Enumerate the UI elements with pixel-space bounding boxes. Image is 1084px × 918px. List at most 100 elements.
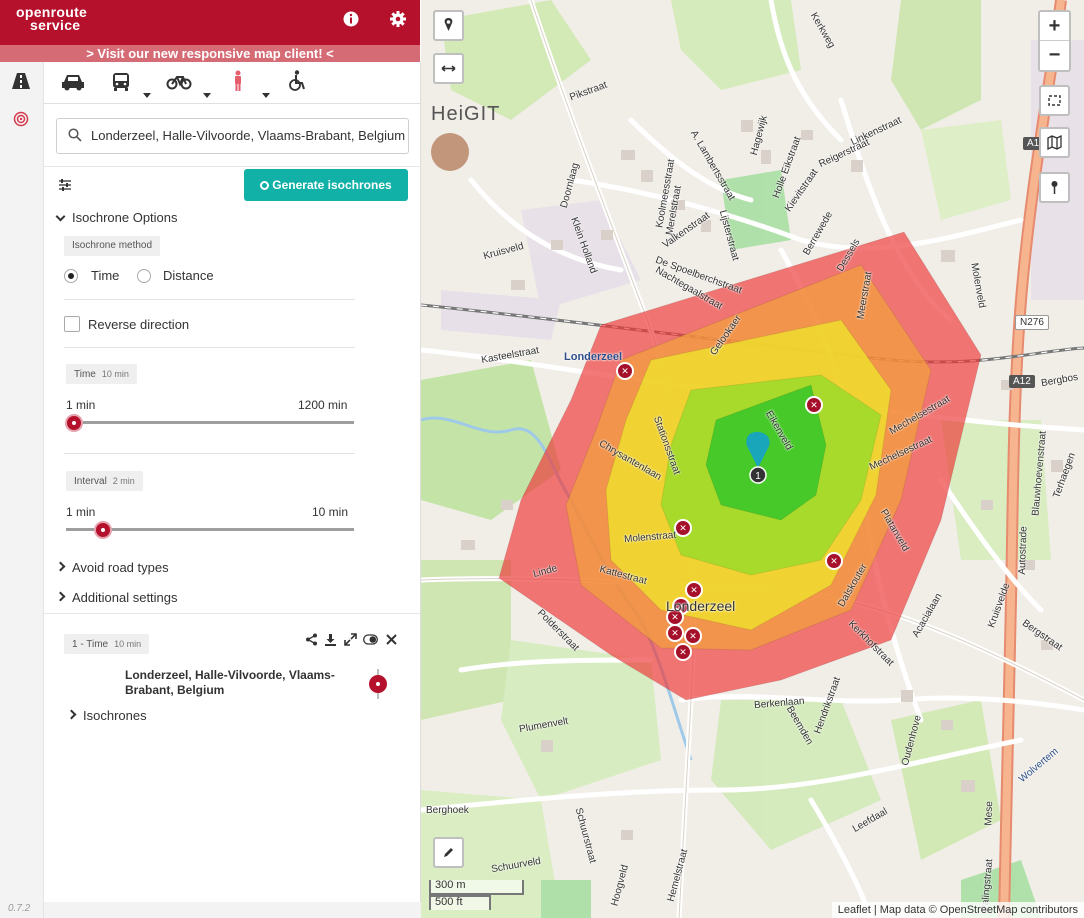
restaurant-icon[interactable]: ✕ — [685, 581, 703, 599]
marker-label: 1 — [755, 471, 761, 482]
transport-mode-bar — [44, 62, 421, 104]
isochrone-options-title: Isochrone Options — [72, 210, 178, 225]
share-icon[interactable] — [305, 633, 318, 646]
measure-icon — [441, 65, 456, 72]
isochrone-layer[interactable] — [498, 231, 982, 701]
road-icon[interactable] — [12, 73, 30, 89]
reverse-direction-checkbox[interactable] — [64, 316, 80, 332]
restaurant-icon[interactable]: ✕ — [616, 362, 634, 380]
marker-icon[interactable] — [368, 669, 388, 699]
download-icon[interactable] — [324, 633, 337, 646]
town-center-label: Londerzeel — [666, 598, 736, 614]
map[interactable]: 1 ✕ ✕ ✕ ✕ ✕ ✕ ✕ ✕ ✕ ✕ Londerzeel Londerz… — [421, 0, 1084, 918]
gear-icon[interactable] — [389, 10, 407, 28]
restaurant-icon[interactable]: ✕ — [684, 627, 702, 645]
target-icon — [260, 181, 270, 190]
method-distance-label[interactable]: Distance — [163, 268, 214, 283]
chevron-right-icon — [55, 591, 66, 602]
pencil-icon — [444, 848, 453, 857]
restaurant-icon[interactable]: ✕ — [825, 552, 843, 570]
search-input[interactable]: Londerzeel, Halle-Vilvoorde, Vlaams-Brab… — [56, 118, 409, 154]
zoom-out-button[interactable]: − — [1040, 41, 1069, 70]
sliders-icon[interactable] — [58, 178, 72, 192]
street-label: Mese — [983, 801, 996, 826]
generate-isochrones-button[interactable]: Generate isochrones — [244, 169, 408, 201]
interval-chip-label: Interval — [74, 476, 107, 487]
toggle-icon[interactable] — [363, 633, 378, 646]
restaurant-icon[interactable]: ✕ — [674, 519, 692, 537]
marker-tool-button[interactable] — [433, 10, 464, 41]
map-attribution[interactable]: Leaflet | Map data © OpenStreetMap contr… — [831, 902, 1084, 918]
time-chip-label: Time — [74, 369, 96, 380]
isochrones-toggle[interactable]: Isochrones — [66, 708, 147, 723]
time-max-label: 1200 min — [298, 398, 348, 412]
time-min-label: 1 min — [66, 398, 96, 412]
isochrone-method-chip: Isochrone method — [64, 236, 161, 256]
restaurant-icon[interactable]: ✕ — [666, 624, 684, 642]
side-rail — [0, 62, 44, 918]
chevron-down-icon — [55, 211, 66, 222]
divider — [64, 347, 355, 348]
zoom-control[interactable]: + − — [1038, 10, 1071, 72]
zoom-in-button[interactable]: + — [1040, 12, 1069, 41]
isochrone-options-toggle[interactable]: Isochrone Options — [55, 210, 178, 225]
time-chip: Time 10 min — [66, 364, 137, 384]
street-label: Autostrade — [1016, 526, 1030, 575]
bike-mode-dropdown-caret[interactable] — [203, 93, 211, 98]
time-slider[interactable] — [66, 421, 354, 424]
interval-chip-value: 2 min — [112, 476, 135, 486]
app-header: openroute service — [0, 0, 420, 45]
scale-feet: 500 ft — [429, 895, 491, 910]
method-time-label[interactable]: Time — [91, 268, 119, 283]
version-label: 0.7.2 — [8, 903, 31, 914]
layers-button[interactable] — [1039, 127, 1070, 158]
avoid-road-types-toggle[interactable]: Avoid road types — [55, 560, 169, 575]
expand-icon[interactable] — [344, 633, 357, 646]
restaurant-icon[interactable]: ✕ — [674, 643, 692, 661]
wheelchair-icon[interactable] — [284, 70, 310, 92]
isochrones-label: Isochrones — [83, 708, 147, 723]
horizontal-scrollbar[interactable] — [44, 902, 421, 918]
reverse-direction-label[interactable]: Reverse direction — [88, 317, 189, 332]
interval-slider-handle[interactable] — [94, 521, 112, 539]
town-label: Londerzeel — [564, 351, 623, 363]
method-distance-radio[interactable] — [137, 269, 151, 283]
fullscreen-icon — [1048, 95, 1061, 106]
pedestrian-icon[interactable] — [225, 70, 251, 92]
university-seal — [431, 133, 469, 171]
marker-icon — [444, 18, 453, 31]
measure-tool-button[interactable] — [433, 53, 464, 84]
logo-line2: service — [30, 17, 81, 33]
target-icon[interactable] — [13, 111, 29, 127]
result-chip-value: 10 min — [114, 639, 142, 649]
bus-mode-dropdown-caret[interactable] — [143, 93, 151, 98]
isochrone-panel: Londerzeel, Halle-Vilvoorde, Vlaams-Brab… — [44, 62, 421, 918]
chevron-right-icon — [55, 561, 66, 572]
restaurant-icon[interactable]: ✕ — [805, 396, 823, 414]
divider — [64, 453, 355, 454]
walk-mode-dropdown-caret[interactable] — [262, 93, 270, 98]
bus-icon[interactable] — [108, 70, 134, 92]
street-label: Berghoek — [426, 805, 469, 816]
search-icon — [68, 128, 82, 142]
method-time-radio[interactable] — [64, 269, 78, 283]
result-location-name: Londerzeel, Halle-Vilvoorde, Vlaams-Brab… — [125, 668, 335, 697]
bicycle-icon[interactable] — [166, 70, 192, 92]
promo-banner-link[interactable]: > Visit our new responsive map client! < — [0, 45, 420, 62]
draw-tool-button[interactable] — [433, 837, 464, 868]
heigit-logo: HeiGIT — [431, 103, 501, 125]
car-icon[interactable] — [60, 70, 86, 92]
result-chip: 1 - Time 10 min — [64, 634, 150, 654]
logo[interactable]: openroute service — [16, 5, 87, 33]
divider — [44, 613, 421, 614]
interval-min-label: 1 min — [66, 505, 96, 519]
time-slider-handle[interactable] — [65, 414, 83, 432]
additional-settings-toggle[interactable]: Additional settings — [55, 590, 178, 605]
result-chip-label: 1 - Time — [72, 639, 109, 650]
close-icon[interactable] — [385, 633, 398, 646]
fullscreen-button[interactable] — [1039, 85, 1070, 116]
interval-chip: Interval 2 min — [66, 471, 143, 491]
locate-button[interactable] — [1039, 172, 1070, 203]
info-icon[interactable] — [342, 10, 360, 28]
time-chip-value: 10 min — [101, 369, 129, 379]
